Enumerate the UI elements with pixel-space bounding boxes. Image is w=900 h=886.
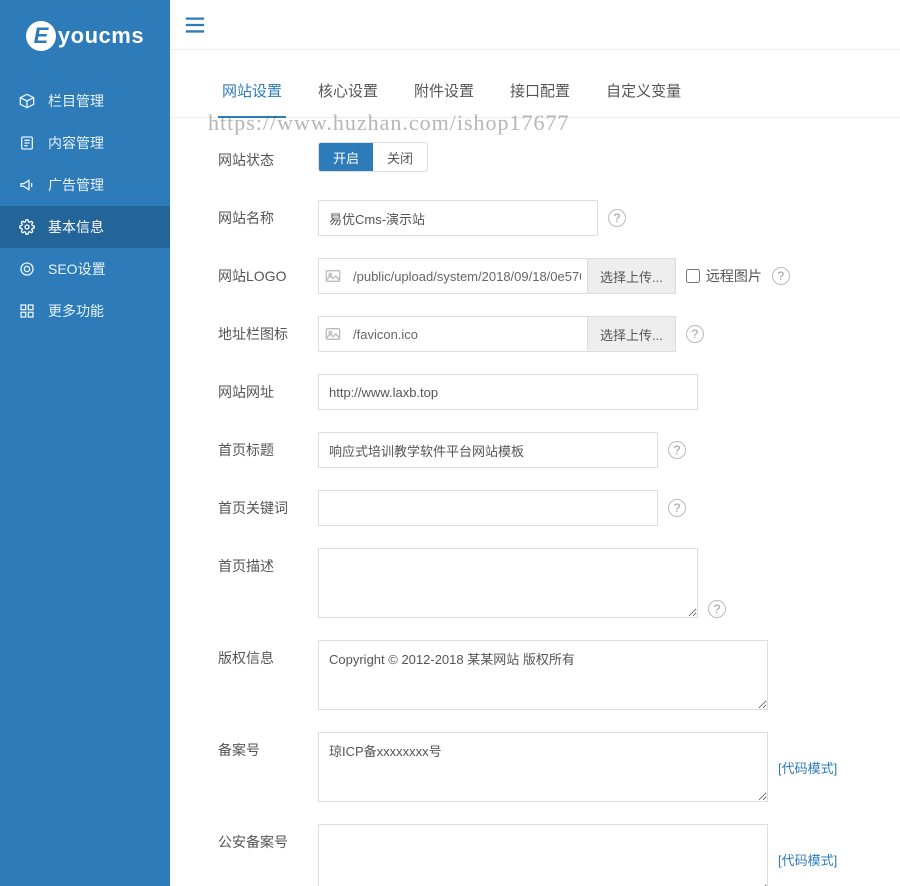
favicon-path-input[interactable] <box>347 317 587 351</box>
police-textarea[interactable] <box>318 824 768 886</box>
content-panel: 网站设置 核心设置 附件设置 接口配置 自定义变量 网站状态 开启 关闭 网站名… <box>170 50 900 886</box>
tab-attachment-settings[interactable]: 附件设置 <box>410 70 478 117</box>
help-icon[interactable]: ? <box>686 325 704 343</box>
cube-icon <box>18 92 36 110</box>
sidebar-item-content[interactable]: 内容管理 <box>0 122 170 164</box>
sidebar-item-label: 广告管理 <box>48 175 104 195</box>
target-icon <box>18 260 36 278</box>
police-label: 公安备案号 <box>218 824 318 852</box>
grid-icon <box>18 302 36 320</box>
desc-label: 首页描述 <box>218 548 318 576</box>
sidebar-item-basic[interactable]: 基本信息 <box>0 206 170 248</box>
copyright-textarea[interactable] <box>318 640 768 710</box>
help-icon[interactable]: ? <box>772 267 790 285</box>
icp-textarea[interactable] <box>318 732 768 802</box>
status-segment: 开启 关闭 <box>318 142 428 172</box>
help-icon[interactable]: ? <box>668 441 686 459</box>
sidebar-item-columns[interactable]: 栏目管理 <box>0 80 170 122</box>
help-icon[interactable]: ? <box>668 499 686 517</box>
logo-path-input[interactable] <box>347 259 587 293</box>
tab-api-config[interactable]: 接口配置 <box>506 70 574 117</box>
tab-custom-vars[interactable]: 自定义变量 <box>602 70 685 117</box>
sidebar-item-label: 栏目管理 <box>48 91 104 111</box>
menu-toggle-icon[interactable] <box>184 16 206 34</box>
image-icon <box>319 327 347 341</box>
remote-image-checkbox-wrap[interactable]: 远程图片 <box>686 266 762 286</box>
sidebar-nav: 栏目管理 内容管理 广告管理 基本信息 SEO设置 <box>0 72 170 332</box>
help-icon[interactable]: ? <box>608 209 626 227</box>
title-input[interactable] <box>318 432 658 468</box>
document-icon <box>18 134 36 152</box>
sidebar-item-seo[interactable]: SEO设置 <box>0 248 170 290</box>
help-icon[interactable]: ? <box>708 600 726 618</box>
favicon-upload-button[interactable]: 选择上传... <box>587 317 675 351</box>
brand-name: youcms <box>58 23 144 49</box>
favicon-label: 地址栏图标 <box>218 316 318 344</box>
keywords-input[interactable] <box>318 490 658 526</box>
settings-tabs: 网站设置 核心设置 附件设置 接口配置 自定义变量 <box>170 60 900 118</box>
status-on-button[interactable]: 开启 <box>319 143 373 171</box>
logo-label: 网站LOGO <box>218 258 318 286</box>
settings-form: 网站状态 开启 关闭 网站名称 ? 网站LOGO <box>170 118 900 886</box>
logo-file-combo: 选择上传... <box>318 258 676 294</box>
remote-image-checkbox[interactable] <box>686 269 700 283</box>
copyright-label: 版权信息 <box>218 640 318 668</box>
gear-icon <box>18 218 36 236</box>
url-input[interactable] <box>318 374 698 410</box>
status-off-button[interactable]: 关闭 <box>373 143 427 171</box>
brand-mark: E <box>26 21 56 51</box>
tab-core-settings[interactable]: 核心设置 <box>314 70 382 117</box>
logo-upload-button[interactable]: 选择上传... <box>587 259 675 293</box>
brand-logo: E youcms <box>0 0 170 72</box>
remote-image-label: 远程图片 <box>706 266 762 286</box>
title-label: 首页标题 <box>218 432 318 460</box>
megaphone-icon <box>18 176 36 194</box>
topbar <box>170 0 900 50</box>
status-label: 网站状态 <box>218 142 318 170</box>
code-mode-link[interactable]: [代码模式] <box>778 758 837 777</box>
sidebar-item-label: 更多功能 <box>48 301 104 321</box>
sidebar-item-label: SEO设置 <box>48 259 106 279</box>
code-mode-link[interactable]: [代码模式] <box>778 850 837 869</box>
site-name-input[interactable] <box>318 200 598 236</box>
icp-label: 备案号 <box>218 732 318 760</box>
sidebar-item-more[interactable]: 更多功能 <box>0 290 170 332</box>
url-label: 网站网址 <box>218 374 318 402</box>
site-name-label: 网站名称 <box>218 200 318 228</box>
desc-textarea[interactable] <box>318 548 698 618</box>
image-icon <box>319 269 347 283</box>
keywords-label: 首页关键词 <box>218 490 318 518</box>
favicon-file-combo: 选择上传... <box>318 316 676 352</box>
sidebar-item-label: 内容管理 <box>48 133 104 153</box>
sidebar-item-ads[interactable]: 广告管理 <box>0 164 170 206</box>
sidebar: E youcms 栏目管理 内容管理 广告管理 基本信息 <box>0 0 170 886</box>
tab-site-settings[interactable]: 网站设置 <box>218 70 286 117</box>
sidebar-item-label: 基本信息 <box>48 217 104 237</box>
